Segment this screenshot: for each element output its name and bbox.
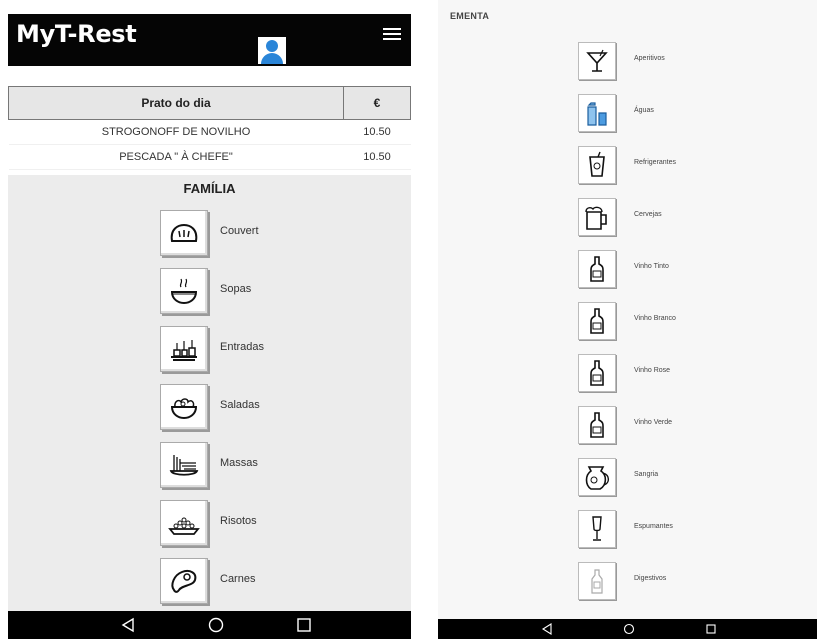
- drink-label: Aperitivos: [634, 55, 665, 62]
- drink-label: Espumantes: [634, 523, 673, 530]
- table-row[interactable]: STROGONOFF DE NOVILHO 10.50: [8, 119, 411, 145]
- main-screen: MyT-Rest Prato do dia € STROGONOFF DE NO…: [0, 0, 411, 639]
- android-nav-bar: [8, 611, 411, 639]
- category-carnes[interactable]: Carnes: [160, 558, 320, 606]
- app-title: MyT-Rest: [16, 20, 137, 48]
- category-label: Sopas: [220, 283, 252, 295]
- category-risotos[interactable]: Risotos: [160, 500, 320, 548]
- soda-cup-icon[interactable]: [578, 146, 616, 184]
- appetizers-icon[interactable]: [160, 326, 208, 372]
- drink-sangria[interactable]: Sangria: [578, 458, 778, 502]
- drink-label: Vinho Tinto: [634, 263, 669, 270]
- cocktail-icon[interactable]: [578, 42, 616, 80]
- dish-price: 10.50: [343, 144, 411, 170]
- drink-vinho-verde[interactable]: Vinho Verde: [578, 406, 778, 450]
- drink-label: Sangria: [634, 471, 659, 478]
- back-icon[interactable]: [120, 617, 136, 633]
- price-column-header: €: [343, 86, 411, 120]
- category-label: Carnes: [220, 573, 256, 585]
- category-label: Massas: [220, 457, 258, 469]
- soup-bowl-icon[interactable]: [160, 268, 208, 314]
- drink-vinho-rose[interactable]: Vinho Rose: [578, 354, 778, 398]
- sangria-jug-icon[interactable]: [578, 458, 616, 496]
- category-label: Couvert: [220, 225, 259, 237]
- category-label: Entradas: [220, 341, 265, 353]
- category-sopas[interactable]: Sopas: [160, 268, 320, 316]
- drink-label: Digestivos: [634, 575, 667, 582]
- hamburger-menu-icon[interactable]: [383, 28, 401, 41]
- recents-icon[interactable]: [296, 617, 312, 633]
- drink-cervejas[interactable]: Cervejas: [578, 198, 778, 242]
- wine-bottle-icon[interactable]: [578, 406, 616, 444]
- menu-screen: EMENTA Aperitivos Águas Refrigerantes Ce…: [438, 0, 817, 639]
- drink-label: Vinho Branco: [634, 315, 676, 322]
- champagne-glass-icon[interactable]: [578, 510, 616, 548]
- home-icon[interactable]: [208, 617, 224, 633]
- menu-title: EMENTA: [450, 11, 490, 21]
- drink-espumantes[interactable]: Espumantes: [578, 510, 778, 554]
- drink-aperitivos[interactable]: Aperitivos: [578, 42, 778, 86]
- table-row[interactable]: PESCADA " À CHEFE" 10.50: [8, 144, 411, 170]
- recents-icon[interactable]: [705, 623, 717, 635]
- drink-label: Vinho Verde: [634, 419, 673, 426]
- drink-label: Refrigerantes: [634, 159, 677, 166]
- app-header: MyT-Rest: [8, 14, 411, 66]
- liqueur-bottle-icon[interactable]: [578, 562, 616, 600]
- wine-bottle-icon[interactable]: [578, 302, 616, 340]
- dish-name: STROGONOFF DE NOVILHO: [8, 119, 344, 145]
- beer-mug-icon[interactable]: [578, 198, 616, 236]
- pasta-icon[interactable]: [160, 442, 208, 488]
- category-massas[interactable]: Massas: [160, 442, 320, 490]
- dish-column-header: Prato do dia: [8, 86, 344, 120]
- back-icon[interactable]: [541, 623, 553, 635]
- home-icon[interactable]: [623, 623, 635, 635]
- category-couvert[interactable]: Couvert: [160, 210, 320, 258]
- bread-icon[interactable]: [160, 210, 208, 256]
- category-label: Saladas: [220, 399, 260, 411]
- dish-price: 10.50: [343, 119, 411, 145]
- wine-bottle-icon[interactable]: [578, 250, 616, 288]
- category-entradas[interactable]: Entradas: [160, 326, 320, 374]
- drink-label: Vinho Rose: [634, 367, 671, 374]
- android-nav-bar: [438, 619, 817, 639]
- user-avatar-icon[interactable]: [258, 37, 286, 64]
- salad-bowl-icon[interactable]: [160, 384, 208, 430]
- dish-name: PESCADA " À CHEFE": [8, 144, 344, 170]
- drink-vinho-tinto[interactable]: Vinho Tinto: [578, 250, 778, 294]
- wine-bottle-icon[interactable]: [578, 354, 616, 392]
- drink-label: Águas: [634, 107, 654, 114]
- drink-label: Cervejas: [634, 211, 662, 218]
- category-saladas[interactable]: Saladas: [160, 384, 320, 432]
- water-bottles-icon[interactable]: [578, 94, 616, 132]
- steak-icon[interactable]: [160, 558, 208, 604]
- risotto-icon[interactable]: [160, 500, 208, 546]
- family-title: FAMÍLIA: [183, 181, 236, 196]
- drink-vinho-branco[interactable]: Vinho Branco: [578, 302, 778, 346]
- category-label: Risotos: [220, 515, 257, 527]
- drink-refrigerantes[interactable]: Refrigerantes: [578, 146, 778, 190]
- drink-digestivos[interactable]: Digestivos: [578, 562, 778, 606]
- family-section: FAMÍLIA Couvert Sopas Entradas Saladas M…: [8, 175, 411, 611]
- drink-aguas[interactable]: Águas: [578, 94, 778, 138]
- dish-of-day-table: Prato do dia € STROGONOFF DE NOVILHO 10.…: [8, 86, 411, 170]
